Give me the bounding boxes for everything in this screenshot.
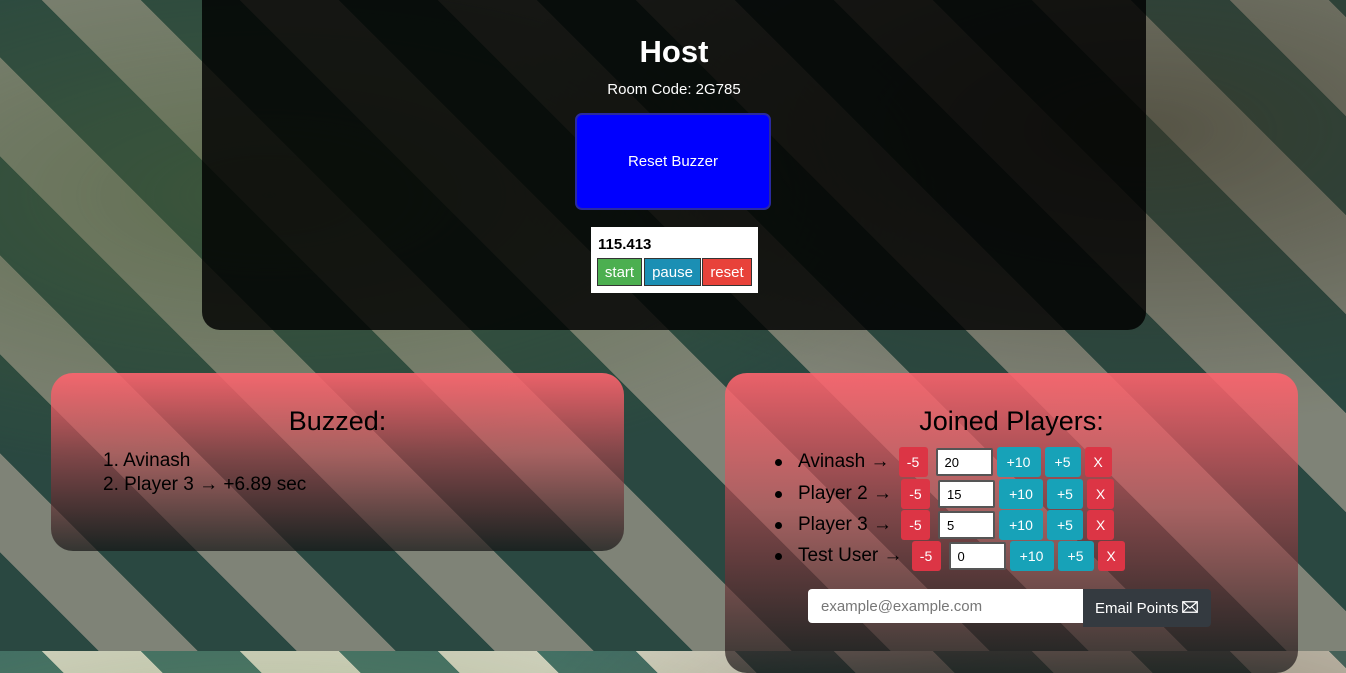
remove-player-button[interactable]: X <box>1097 541 1125 571</box>
plus-5-button[interactable]: +5 <box>1046 479 1083 509</box>
bullet <box>775 490 782 498</box>
player-name: Player 3 → <box>798 514 892 535</box>
email-input[interactable] <box>808 589 1083 623</box>
list-item: 1. Avinash <box>103 450 191 471</box>
bullet <box>775 458 782 466</box>
email-points-button[interactable]: Email Points <box>1083 589 1212 627</box>
minus-5-button[interactable]: -5 <box>911 541 941 571</box>
player-name: Test User → <box>798 545 903 566</box>
minus-5-button[interactable]: -5 <box>900 510 930 540</box>
list-item: 2. Player 3 → +6.89 sec <box>103 474 307 495</box>
plus-5-button[interactable]: +5 <box>1057 541 1094 571</box>
score-input[interactable] <box>937 511 995 539</box>
score-input[interactable] <box>948 542 1006 570</box>
remove-player-button[interactable]: X <box>1086 479 1114 509</box>
player-row: Test User → -5 +10 +5 X <box>775 541 1125 571</box>
plus-10-button[interactable]: +10 <box>996 447 1041 477</box>
envelope-icon <box>1182 600 1199 617</box>
remove-player-button[interactable]: X <box>1086 510 1114 540</box>
player-row: Player 2 → -5 +10 +5 X <box>775 479 1114 509</box>
player-name: Avinash → <box>798 451 890 472</box>
plus-10-button[interactable]: +10 <box>998 510 1043 540</box>
minus-5-button[interactable]: -5 <box>900 479 930 509</box>
plus-10-button[interactable]: +10 <box>998 479 1043 509</box>
player-row: Avinash → -5 +10 +5 X <box>775 447 1112 477</box>
player-name: Player 2 → <box>798 483 892 504</box>
stopwatch: 115.413 start pause reset <box>591 227 758 293</box>
stopwatch-pause-button[interactable]: pause <box>644 258 701 286</box>
stopwatch-reset-button[interactable]: reset <box>702 258 752 286</box>
score-input[interactable] <box>937 480 995 508</box>
email-points-group: Email Points <box>808 589 1212 627</box>
email-points-label: Email Points <box>1095 599 1179 617</box>
score-input[interactable] <box>935 448 993 476</box>
plus-10-button[interactable]: +10 <box>1009 541 1054 571</box>
plus-5-button[interactable]: +5 <box>1044 447 1081 477</box>
bullet <box>775 552 782 560</box>
stopwatch-start-button[interactable]: start <box>597 258 642 286</box>
player-row: Player 3 → -5 +10 +5 X <box>775 510 1114 540</box>
remove-player-button[interactable]: X <box>1084 447 1112 477</box>
host-panel: Host Room Code: 2G785 Reset Buzzer 115.4… <box>202 0 1146 330</box>
room-code: Room Code: 2G785 <box>607 81 741 98</box>
plus-5-button[interactable]: +5 <box>1046 510 1083 540</box>
minus-5-button[interactable]: -5 <box>898 447 928 477</box>
players-panel: Joined Players: Avinash → -5 +10 +5 X Pl… <box>725 373 1298 673</box>
bullet <box>775 521 782 529</box>
host-title: Host <box>639 34 709 69</box>
buzzed-list: 1. Avinash 2. Player 3 → +6.89 sec <box>103 449 306 497</box>
reset-buzzer-button[interactable]: Reset Buzzer <box>575 113 771 210</box>
buzzed-panel: Buzzed: 1. Avinash 2. Player 3 → +6.89 s… <box>51 373 624 551</box>
players-title: Joined Players: <box>919 406 1104 436</box>
stopwatch-time: 115.413 <box>598 236 652 253</box>
buzzed-title: Buzzed: <box>288 406 387 436</box>
